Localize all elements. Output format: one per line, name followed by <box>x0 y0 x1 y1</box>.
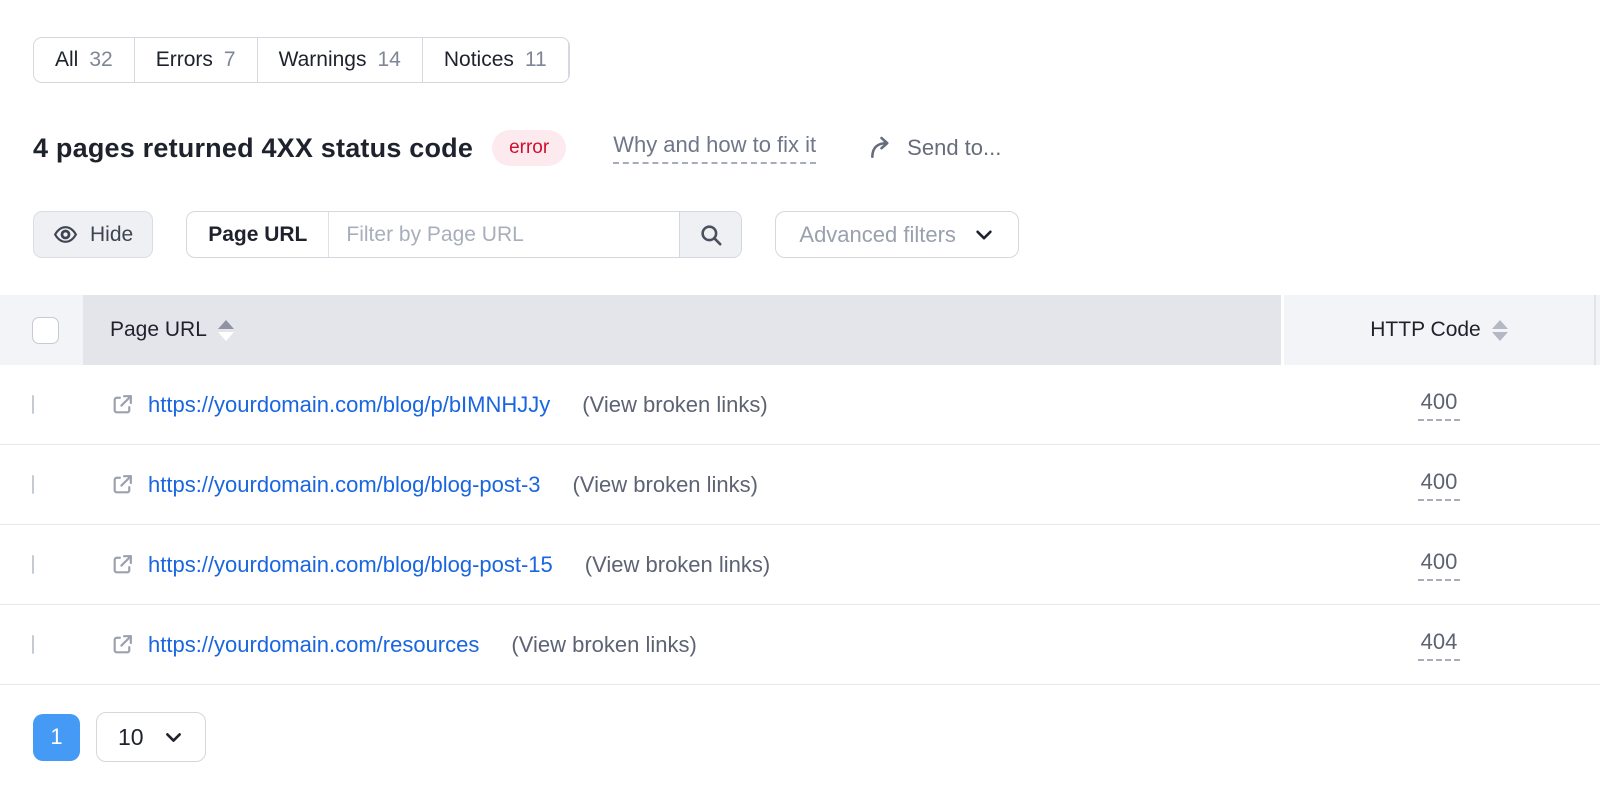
tab-label: Warnings <box>279 48 367 72</box>
search-icon <box>698 222 724 248</box>
select-all-checkbox[interactable] <box>32 317 59 344</box>
chevron-down-icon <box>163 727 184 748</box>
sort-icon-page-url <box>218 320 234 341</box>
advanced-filters-label: Advanced filters <box>799 222 956 248</box>
view-broken-links-note[interactable]: (View broken links) <box>582 392 767 418</box>
column-header-page-url[interactable]: Page URL <box>83 295 1281 365</box>
http-code-value[interactable]: 400 <box>1418 549 1461 581</box>
table-row: https://yourdomain.com/blog/blog-post-3 … <box>0 445 1600 525</box>
row-checkbox-cell <box>0 396 83 414</box>
row-checkbox-cell <box>0 476 83 494</box>
page-size-value: 10 <box>118 724 144 751</box>
severity-tabs: All 32 Errors 7 Warnings 14 Notices 11 <box>33 37 570 83</box>
severity-badge: error <box>492 130 566 166</box>
row-url-cell: https://yourdomain.com/resources (View b… <box>83 632 1284 658</box>
page-url-header-label: Page URL <box>110 318 207 342</box>
row-checkbox-cell <box>0 636 83 654</box>
page-url-filter-input[interactable] <box>329 212 679 257</box>
page-url-link[interactable]: https://yourdomain.com/blog/p/bIMNHJJy <box>148 392 550 418</box>
severity-tab[interactable]: All 32 <box>34 38 135 82</box>
page-url-filter-group: Page URL <box>186 211 742 258</box>
row-http-code-cell: 400 <box>1284 469 1594 501</box>
tab-label: Notices <box>444 48 514 72</box>
row-checkbox[interactable] <box>32 475 34 494</box>
row-checkbox[interactable] <box>32 555 34 574</box>
view-broken-links-note[interactable]: (View broken links) <box>573 472 758 498</box>
row-checkbox[interactable] <box>32 635 34 654</box>
row-http-code-cell: 404 <box>1284 629 1594 661</box>
http-code-value[interactable]: 400 <box>1418 469 1461 501</box>
page-title: 4 pages returned 4XX status code <box>33 133 473 164</box>
search-button[interactable] <box>679 212 741 257</box>
send-to-label: Send to... <box>907 135 1001 161</box>
row-http-code-cell: 400 <box>1284 389 1594 421</box>
tab-count: 14 <box>377 48 400 72</box>
external-link-icon[interactable] <box>110 472 135 497</box>
tab-count: 7 <box>224 48 236 72</box>
page-1-button[interactable]: 1 <box>33 714 80 761</box>
row-checkbox-cell <box>0 556 83 574</box>
send-to-button[interactable]: Send to... <box>868 135 1001 161</box>
eye-icon <box>53 222 78 247</box>
page-url-link[interactable]: https://yourdomain.com/blog/blog-post-15 <box>148 552 553 578</box>
select-all-cell <box>0 295 83 365</box>
chevron-down-icon <box>973 224 995 246</box>
row-checkbox[interactable] <box>32 395 34 414</box>
view-broken-links-note[interactable]: (View broken links) <box>585 552 770 578</box>
severity-tab[interactable]: Errors 7 <box>135 38 258 82</box>
severity-tab[interactable]: Warnings 14 <box>258 38 423 82</box>
http-code-value[interactable]: 404 <box>1418 629 1461 661</box>
page-size-dropdown[interactable]: 10 <box>96 712 206 762</box>
share-arrow-icon <box>868 135 894 161</box>
tab-label: All <box>55 48 78 72</box>
tab-count: 11 <box>525 48 547 72</box>
row-http-code-cell: 400 <box>1284 549 1594 581</box>
external-link-icon[interactable] <box>110 632 135 657</box>
http-code-value[interactable]: 400 <box>1418 389 1461 421</box>
column-header-http-code[interactable]: HTTP Code <box>1284 295 1594 365</box>
row-url-cell: https://yourdomain.com/blog/blog-post-3 … <box>83 472 1284 498</box>
external-link-icon[interactable] <box>110 552 135 577</box>
hide-button[interactable]: Hide <box>33 211 153 258</box>
issue-title-row: 4 pages returned 4XX status code error W… <box>33 130 1600 166</box>
page-url-link[interactable]: https://yourdomain.com/resources <box>148 632 479 658</box>
table-row: https://yourdomain.com/blog/p/bIMNHJJy (… <box>0 365 1600 445</box>
header-spacer <box>1594 295 1600 365</box>
table-row: https://yourdomain.com/resources (View b… <box>0 605 1600 685</box>
external-link-icon[interactable] <box>110 392 135 417</box>
view-broken-links-note[interactable]: (View broken links) <box>511 632 696 658</box>
tab-label: Errors <box>156 48 213 72</box>
results-table: Page URL HTTP Code https:/ <box>0 295 1600 685</box>
filter-row: Hide Page URL Advanced filters <box>33 211 1600 258</box>
page-url-link[interactable]: https://yourdomain.com/blog/blog-post-3 <box>148 472 541 498</box>
row-url-cell: https://yourdomain.com/blog/p/bIMNHJJy (… <box>83 392 1284 418</box>
severity-tab[interactable]: Notices 11 <box>423 38 569 82</box>
table-header: Page URL HTTP Code <box>0 295 1600 365</box>
advanced-filters-dropdown[interactable]: Advanced filters <box>775 211 1019 258</box>
tab-count: 32 <box>89 48 112 72</box>
row-url-cell: https://yourdomain.com/blog/blog-post-15… <box>83 552 1284 578</box>
hide-button-label: Hide <box>90 223 133 247</box>
table-row: https://yourdomain.com/blog/blog-post-15… <box>0 525 1600 605</box>
filter-field-label: Page URL <box>187 212 329 257</box>
sort-icon-http-code <box>1492 320 1508 341</box>
http-code-header-label: HTTP Code <box>1370 318 1481 342</box>
why-how-to-fix-link[interactable]: Why and how to fix it <box>613 132 816 164</box>
pagination: 1 10 <box>33 712 1600 762</box>
